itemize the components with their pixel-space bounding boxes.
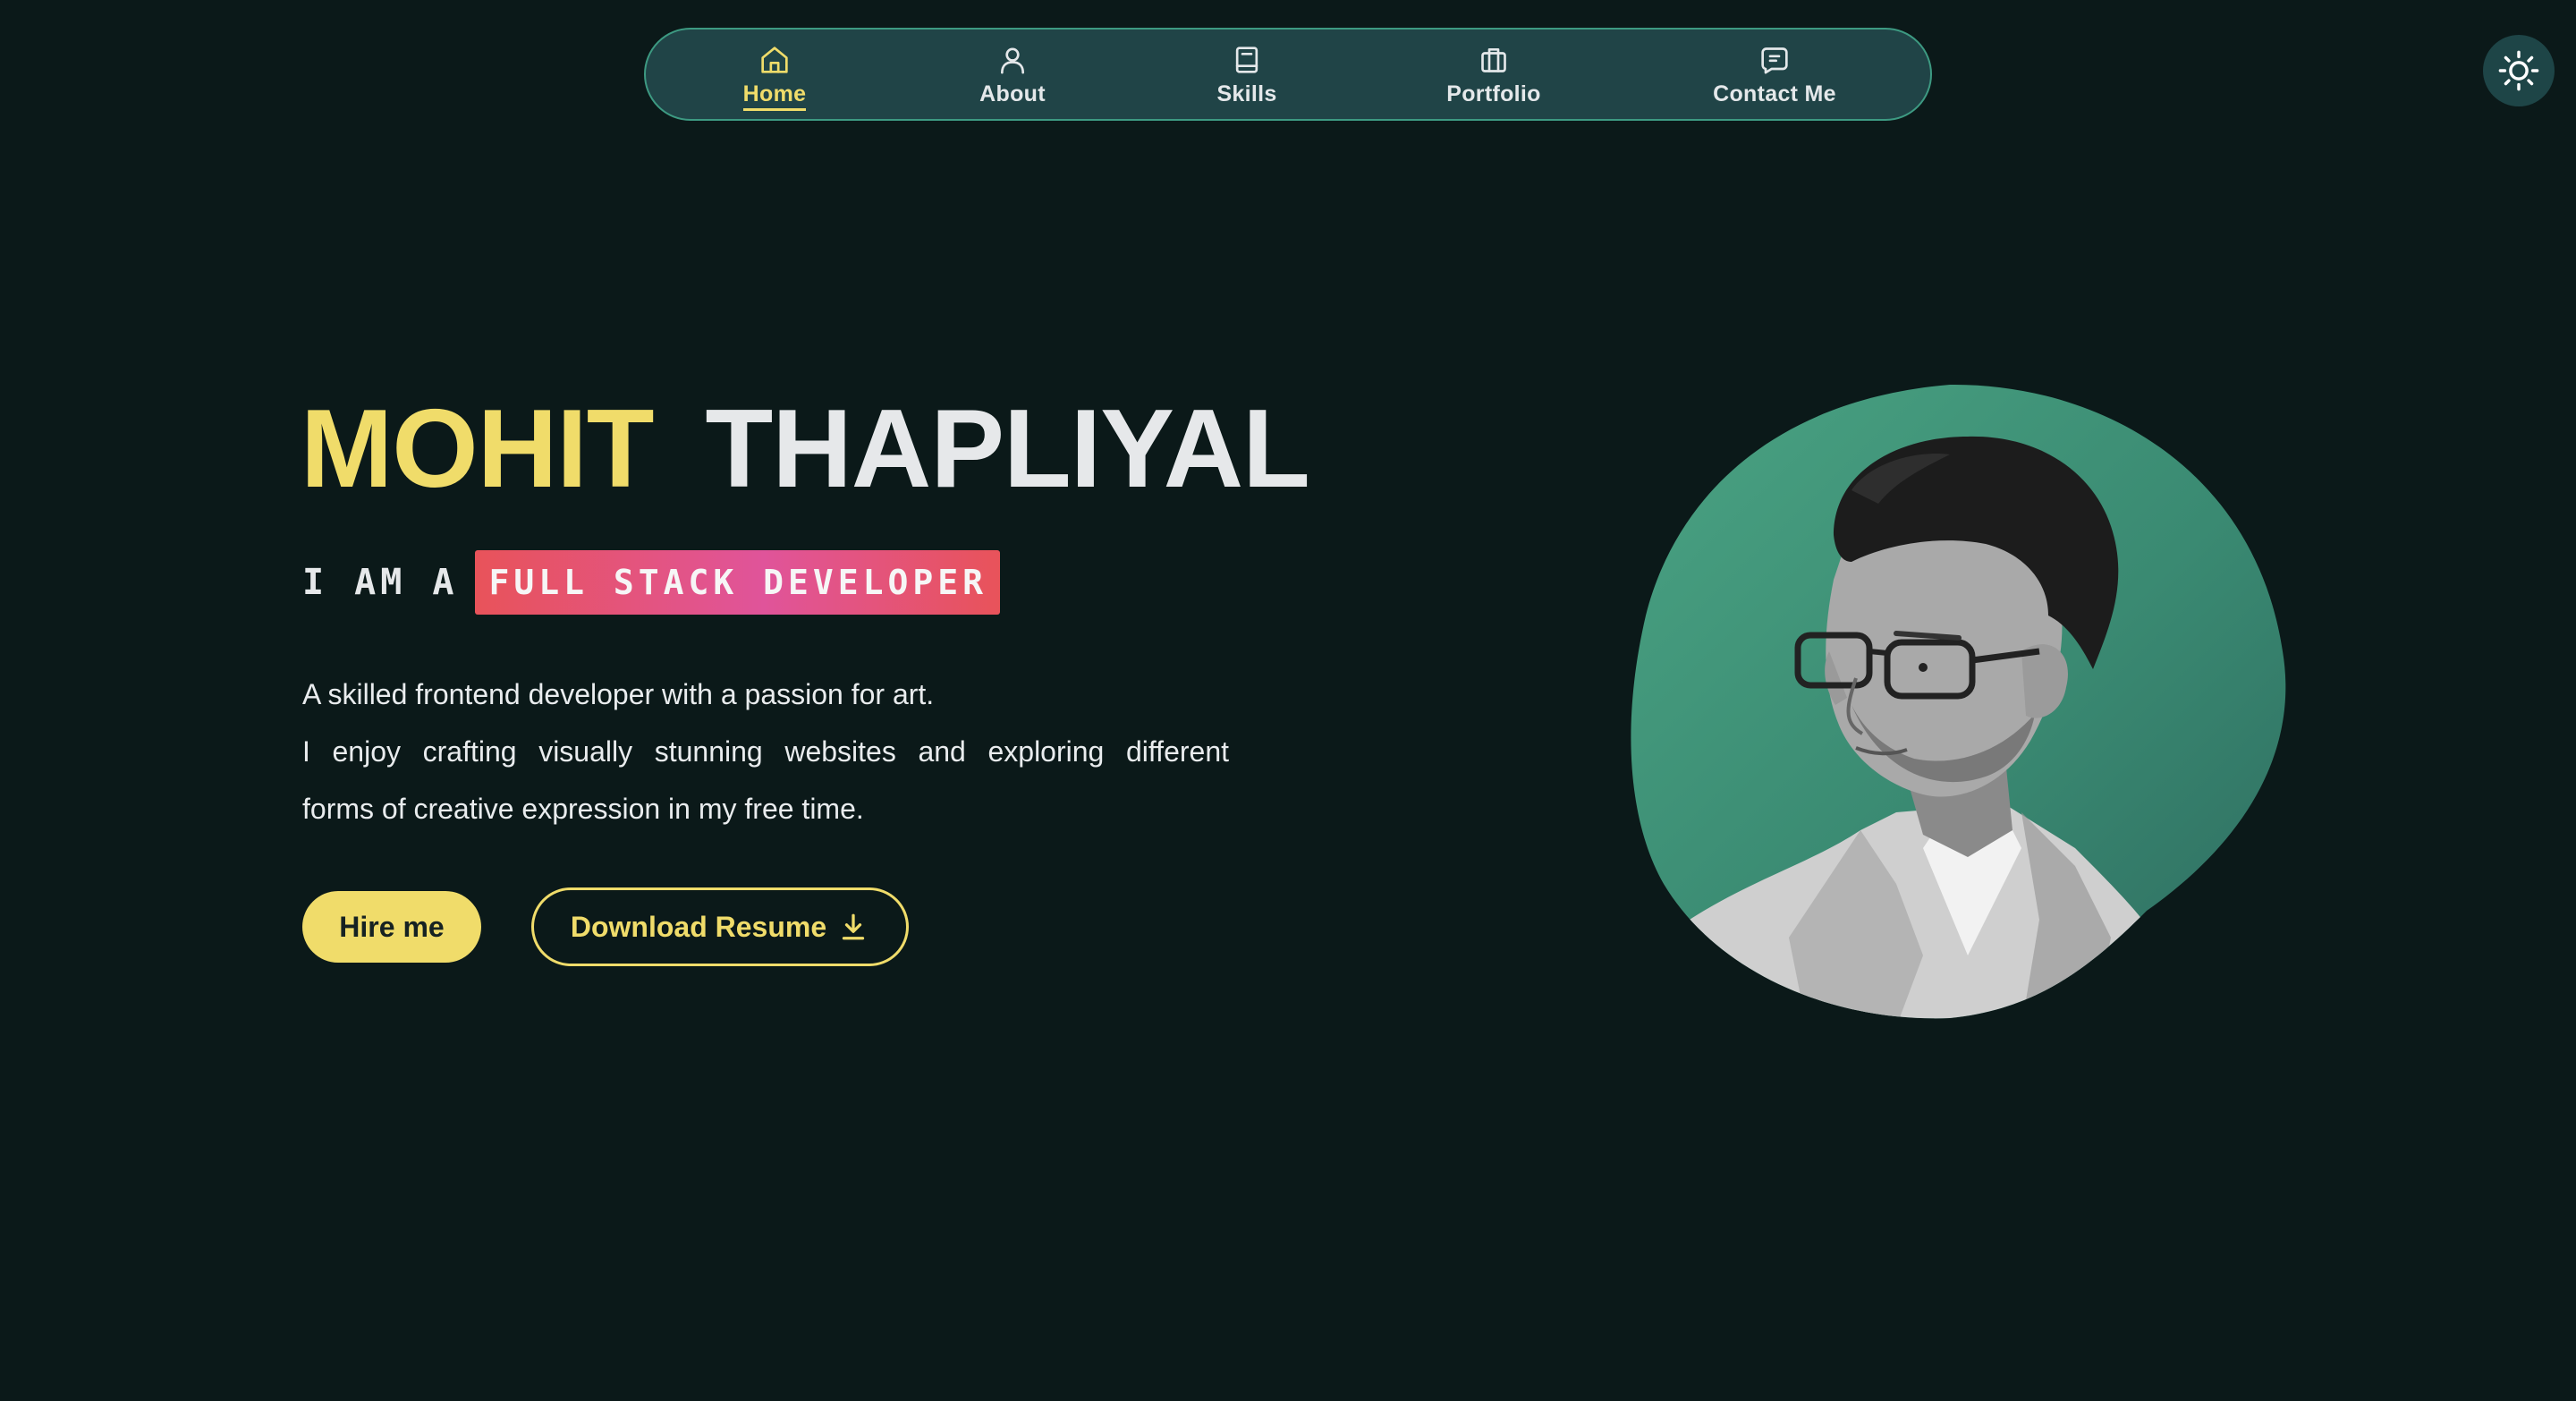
- theme-toggle-button[interactable]: [2483, 35, 2555, 106]
- user-icon: [995, 42, 1030, 78]
- nav-item-contact[interactable]: Contact Me: [1676, 30, 1873, 119]
- intro-text: A skilled frontend developer with a pass…: [302, 666, 1229, 837]
- profile-photo: [1628, 383, 2295, 1020]
- nav-item-about[interactable]: About: [914, 30, 1111, 119]
- sun-icon: [2498, 50, 2539, 91]
- book-icon: [1229, 42, 1265, 78]
- nav-item-skills[interactable]: Skills: [1148, 30, 1345, 119]
- main-nav: Home About Skills Portfolio Contact Me: [644, 28, 1932, 121]
- nav-label-contact: Contact Me: [1713, 81, 1836, 106]
- intro-line: I enjoy crafting visually stunning websi…: [302, 735, 1229, 768]
- role-prefix: I AM A: [302, 562, 459, 603]
- home-icon: [757, 42, 792, 78]
- hire-me-button[interactable]: Hire me: [302, 891, 481, 963]
- nav-label-home: Home: [742, 81, 807, 111]
- nav-label-portfolio: Portfolio: [1446, 81, 1541, 106]
- hero-name: MOHIT THAPLIYAL: [301, 386, 1310, 512]
- role-line: I AM A FULL STACK DEVELOPER: [302, 549, 1001, 616]
- nav-item-home[interactable]: Home: [676, 30, 873, 119]
- message-icon: [1757, 42, 1792, 78]
- download-resume-label: Download Resume: [570, 910, 827, 943]
- last-name: THAPLIYAL: [705, 387, 1310, 511]
- nav-label-about: About: [979, 81, 1046, 106]
- hire-me-label: Hire me: [339, 910, 445, 943]
- nav-label-skills: Skills: [1216, 81, 1277, 106]
- intro-line: A skilled frontend developer with a pass…: [302, 678, 935, 710]
- role-highlight: FULL STACK DEVELOPER: [474, 550, 1001, 615]
- briefcase-icon: [1476, 42, 1512, 78]
- download-resume-button[interactable]: Download Resume: [531, 887, 909, 966]
- intro-line: forms of creative expression in my free …: [302, 793, 864, 825]
- profile-photo-illustration: [1631, 384, 2286, 1019]
- download-icon: [842, 913, 865, 940]
- nav-item-portfolio[interactable]: Portfolio: [1395, 30, 1592, 119]
- first-name: MOHIT: [301, 387, 654, 511]
